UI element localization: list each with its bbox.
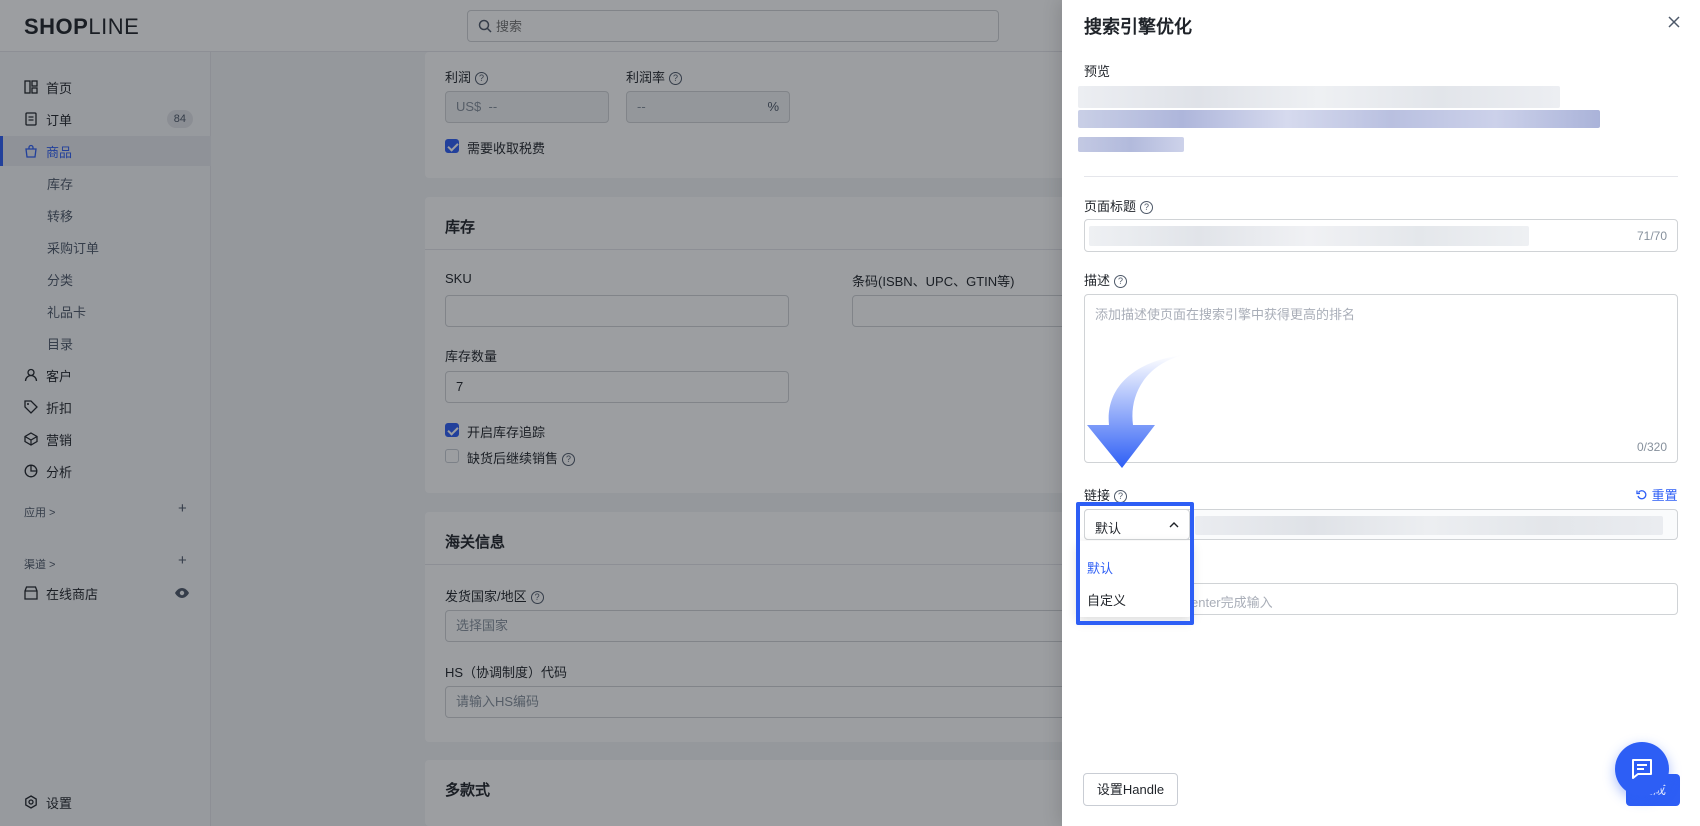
divider (1084, 176, 1678, 177)
close-icon[interactable] (1666, 14, 1682, 30)
description-counter: 0/320 (1636, 440, 1667, 454)
reset-link-button[interactable]: 重置 (1636, 485, 1678, 504)
set-handle-button[interactable]: 设置Handle (1083, 773, 1178, 806)
modal-overlay[interactable] (0, 0, 1062, 826)
chat-button[interactable] (1615, 742, 1669, 796)
page-title-counter: 71/70 (1636, 229, 1667, 243)
description-placeholder: 添加描述使页面在搜索引擎中获得更高的排名 (1095, 307, 1356, 322)
keyword-placeholder: enter完成输入 (1191, 595, 1273, 610)
annotation-arrow-icon (1087, 355, 1183, 468)
preview-url-blurred (1078, 86, 1560, 108)
page-title-input[interactable]: 71/70 (1084, 219, 1678, 252)
reset-icon (1636, 490, 1647, 500)
link-url-blurred (1195, 516, 1663, 535)
page-title-blurred (1089, 226, 1529, 246)
drawer-title: 搜索引擎优化 (1084, 17, 1192, 37)
annotation-highlight-box (1076, 502, 1194, 625)
reset-label: 重置 (1651, 488, 1678, 503)
preview-desc-blurred (1078, 137, 1184, 152)
app-root: SHOPLINE 首页 订单 84 商品 库存 转移 采购订单 分类 礼品卡 目… (0, 0, 1700, 826)
help-icon[interactable]: ? (1140, 201, 1154, 215)
description-label: 描述? (1084, 270, 1128, 289)
help-icon[interactable]: ? (1114, 275, 1128, 289)
page-title-label: 页面标题? (1084, 196, 1154, 215)
chat-icon (1632, 759, 1652, 779)
preview-label: 预览 (1084, 64, 1111, 79)
preview-title-blurred (1078, 110, 1600, 128)
